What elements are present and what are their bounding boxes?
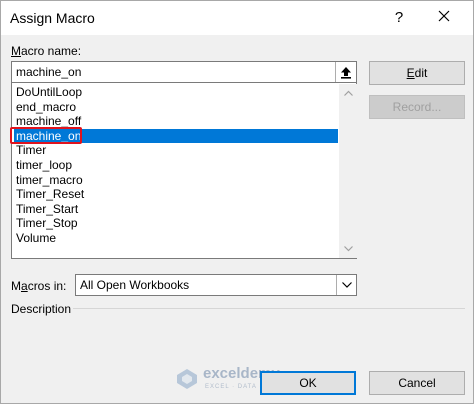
selection-highlight-box	[10, 127, 82, 144]
scroll-up-button[interactable]	[339, 84, 357, 102]
macro-list-item[interactable]: end_macro	[14, 100, 338, 114]
description-label: Description	[11, 302, 72, 316]
macro-name-label: Macro name:	[11, 44, 82, 58]
description-divider	[73, 308, 465, 309]
close-icon	[438, 10, 450, 22]
chevron-down-icon	[341, 282, 352, 288]
macro-list-item[interactable]: Timer_Start	[14, 202, 338, 216]
list-scrollbar[interactable]	[339, 84, 357, 258]
edit-button[interactable]: Edit	[369, 61, 465, 85]
chevron-down-icon	[343, 246, 353, 252]
macros-in-dropdown-button[interactable]	[336, 275, 356, 295]
macro-list-item[interactable]: DoUntilLoop	[14, 85, 338, 99]
assign-macro-dialog: Assign Macro ? Macro name: DoUntilLoopen…	[0, 0, 474, 404]
ok-button[interactable]: OK	[260, 371, 356, 395]
help-button[interactable]: ?	[387, 7, 411, 29]
exceldemy-logo-icon	[177, 369, 197, 389]
macro-name-input[interactable]	[11, 61, 357, 83]
macros-in-label: Macros in:	[11, 279, 67, 293]
macro-list-item[interactable]: Timer_Stop	[14, 216, 338, 230]
macro-list-item[interactable]: timer_macro	[14, 173, 338, 187]
collapse-dialog-button[interactable]	[335, 62, 356, 82]
cancel-button[interactable]: Cancel	[369, 371, 465, 395]
dialog-title: Assign Macro	[10, 10, 95, 26]
upload-arrow-icon	[341, 66, 351, 79]
macro-list-item[interactable]: Timer_Reset	[14, 187, 338, 201]
scroll-down-button[interactable]	[339, 240, 357, 258]
macro-list[interactable]: DoUntilLoop end_macro machine_off machine_o…	[11, 83, 357, 259]
close-button[interactable]	[431, 6, 457, 30]
macro-list-item[interactable]: Timer	[14, 143, 338, 157]
record-button[interactable]: Record...	[369, 95, 465, 119]
macros-in-select[interactable]: All Open Workbooks	[75, 274, 357, 296]
macro-list-item[interactable]: timer_loop	[14, 158, 338, 172]
title-bar[interactable]: Assign Macro ?	[1, 1, 473, 35]
chevron-up-icon	[343, 90, 353, 96]
macro-list-item[interactable]: Volume	[14, 231, 338, 245]
